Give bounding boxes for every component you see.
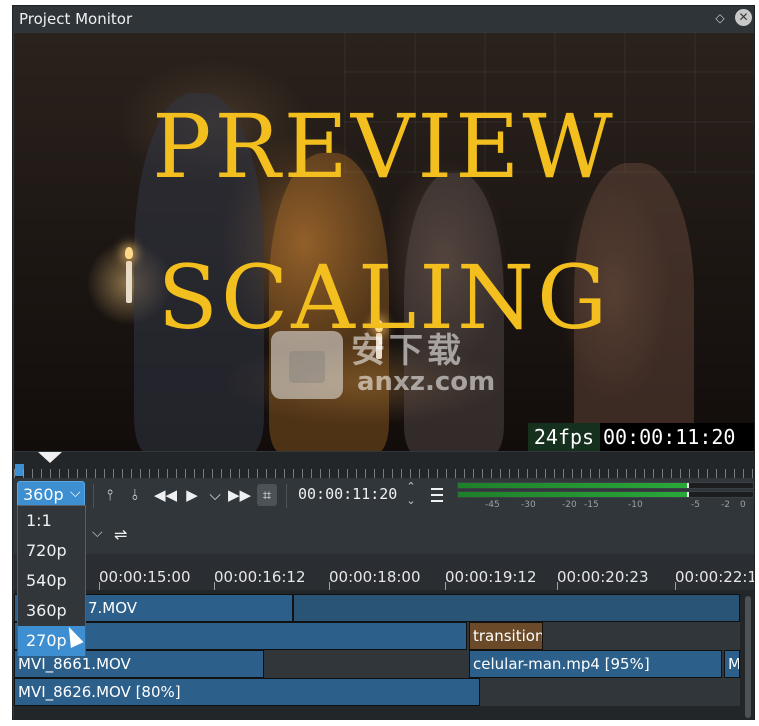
watermark-url: anxz.com xyxy=(357,367,496,397)
dropdown-option-360p[interactable]: 360p xyxy=(18,596,85,626)
watermark-bag-icon xyxy=(271,331,343,399)
vu-tick-label: -10 xyxy=(628,500,643,510)
timeline-time-label: 00:00:16:12 xyxy=(214,568,306,586)
timecode-overlay: 00:00:11:20 xyxy=(600,423,754,451)
timeline-toolbar: ⌵ ⇌ xyxy=(14,514,754,554)
timecode-field[interactable]: 00:00:11:20 xyxy=(298,485,397,503)
rewind-icon[interactable]: ◀◀ xyxy=(154,484,177,506)
timeline-time-label: 00:00:18:00 xyxy=(329,568,421,586)
close-icon[interactable]: ✕ xyxy=(735,9,752,26)
forward-icon[interactable]: ▶▶ xyxy=(228,484,251,506)
timeline-track: MVI_8626.MOV [80%] xyxy=(14,678,740,706)
vu-peak-marker xyxy=(687,492,689,497)
project-monitor-panel: Project Monitor ◇ ✕ PREVIEW SCALING 安下载 … xyxy=(12,5,755,720)
timeline-track: 7.MOV xyxy=(14,594,740,622)
vu-level-fill xyxy=(458,483,689,488)
timeline-clip[interactable]: M xyxy=(724,650,740,678)
vu-tick-label: -20 xyxy=(562,500,577,510)
timeline-time-label: 00:00:19:12 xyxy=(445,568,537,586)
timeline-clip[interactable] xyxy=(293,594,740,622)
video-preview[interactable]: PREVIEW SCALING 安下载 anxz.com 24fps 00:00… xyxy=(14,33,754,451)
watermark: 安下载 anxz.com xyxy=(271,323,495,405)
timeline-time-label: 00:00:15:00 xyxy=(99,568,191,586)
timeline-time-label: 00:00:20:23 xyxy=(557,568,649,586)
vu-level-fill xyxy=(458,492,689,497)
timeline-tick xyxy=(675,582,676,590)
timeline-clip[interactable]: MVI_8626.MOV [80%] xyxy=(14,678,480,706)
play-options-chevron-icon[interactable]: ⌵ xyxy=(205,484,225,506)
vu-tick-label: -30 xyxy=(521,500,536,510)
timecode-spinner-icon[interactable]: ⌃ ⌄ xyxy=(404,480,418,510)
vu-peak-marker xyxy=(687,483,689,488)
chevron-down-icon: ⌵ xyxy=(70,485,81,501)
separator xyxy=(286,484,287,508)
clip-label: celular-man.mp4 [95%] xyxy=(473,655,650,673)
panel-title: Project Monitor xyxy=(19,10,133,28)
timeline-ruler[interactable]: 00:00:15:00 00:00:16:12 00:00:18:00 00:0… xyxy=(14,554,754,590)
timeline-tick xyxy=(557,582,558,590)
set-zone-in-icon[interactable]: ⫯ xyxy=(100,484,120,506)
transition-label: transition xyxy=(473,627,543,645)
monitor-controls: 360p ⌵ ⫯ ⫰ ◀◀ ▶ ⌵ ▶▶ ⌗ 00:00:11:20 ⌃ ⌄ -… xyxy=(14,478,754,514)
set-zone-out-icon[interactable]: ⫰ xyxy=(125,484,145,506)
vu-tick-label: 0 xyxy=(740,500,746,510)
timeline-tick xyxy=(214,582,215,590)
dropdown-option-720p[interactable]: 720p xyxy=(18,536,85,566)
title-bar: Project Monitor ◇ ✕ xyxy=(13,6,754,32)
clip-label: M xyxy=(728,655,740,673)
dropdown-option-540p[interactable]: 540p xyxy=(18,566,85,596)
scale-value: 360p xyxy=(23,485,64,504)
dropdown-option-1-1[interactable]: 1:1 xyxy=(18,506,85,536)
vu-tick-label: -15 xyxy=(584,500,599,510)
preview-scaling-select[interactable]: 360p ⌵ xyxy=(17,481,85,508)
transition-clip[interactable]: transition xyxy=(469,622,543,650)
crop-icon[interactable]: ⌗ xyxy=(257,484,277,506)
timeline-panel: ⌵ ⇌ 00:00:15:00 00:00:16:12 00:00:18:00 … xyxy=(14,514,754,720)
vu-tick-label: -2 xyxy=(721,500,730,510)
vu-channel-right xyxy=(457,491,754,498)
overlay-title-line1: PREVIEW xyxy=(152,95,616,198)
fps-overlay: 24fps xyxy=(528,423,600,451)
float-panel-icon[interactable]: ◇ xyxy=(713,9,727,27)
vu-tick-label: -5 xyxy=(691,500,700,510)
watermark-text: 安下载 xyxy=(351,331,465,371)
timeline-scrollbar[interactable] xyxy=(745,596,751,718)
tune-icon[interactable]: ⇌ xyxy=(114,525,127,544)
app-root: Project Monitor ◇ ✕ PREVIEW SCALING 安下载 … xyxy=(0,0,759,726)
vu-tick-label: -45 xyxy=(485,500,500,510)
clip-label: 7.MOV xyxy=(88,599,138,617)
audio-level-meter: -45 -30 -20 -15 -10 -5 -2 0 xyxy=(457,480,754,514)
vu-channel-left xyxy=(457,482,754,489)
clip-label: MVI_8626.MOV [80%] xyxy=(18,683,181,701)
monitor-ruler[interactable] xyxy=(14,452,754,478)
separator xyxy=(93,484,94,508)
timeline-track: MVI_8661.MOV celular-man.mp4 [95%] M xyxy=(14,650,740,678)
timeline-tick xyxy=(99,582,100,590)
ruler-ticks xyxy=(14,469,754,478)
playhead-marker[interactable] xyxy=(38,452,62,463)
timeline-tick xyxy=(329,582,330,590)
clip-label: MVI_8661.MOV xyxy=(18,655,131,673)
timeline-time-label: 00:00:22:1 xyxy=(675,568,754,586)
hamburger-menu-icon[interactable] xyxy=(428,484,446,506)
play-icon[interactable]: ▶ xyxy=(182,484,202,506)
timeline-tick xyxy=(445,582,446,590)
timeline-clip[interactable]: celular-man.mp4 [95%] xyxy=(469,650,722,678)
timeline-track: transition xyxy=(14,622,740,650)
chevron-down-icon[interactable]: ⌵ xyxy=(92,525,103,541)
